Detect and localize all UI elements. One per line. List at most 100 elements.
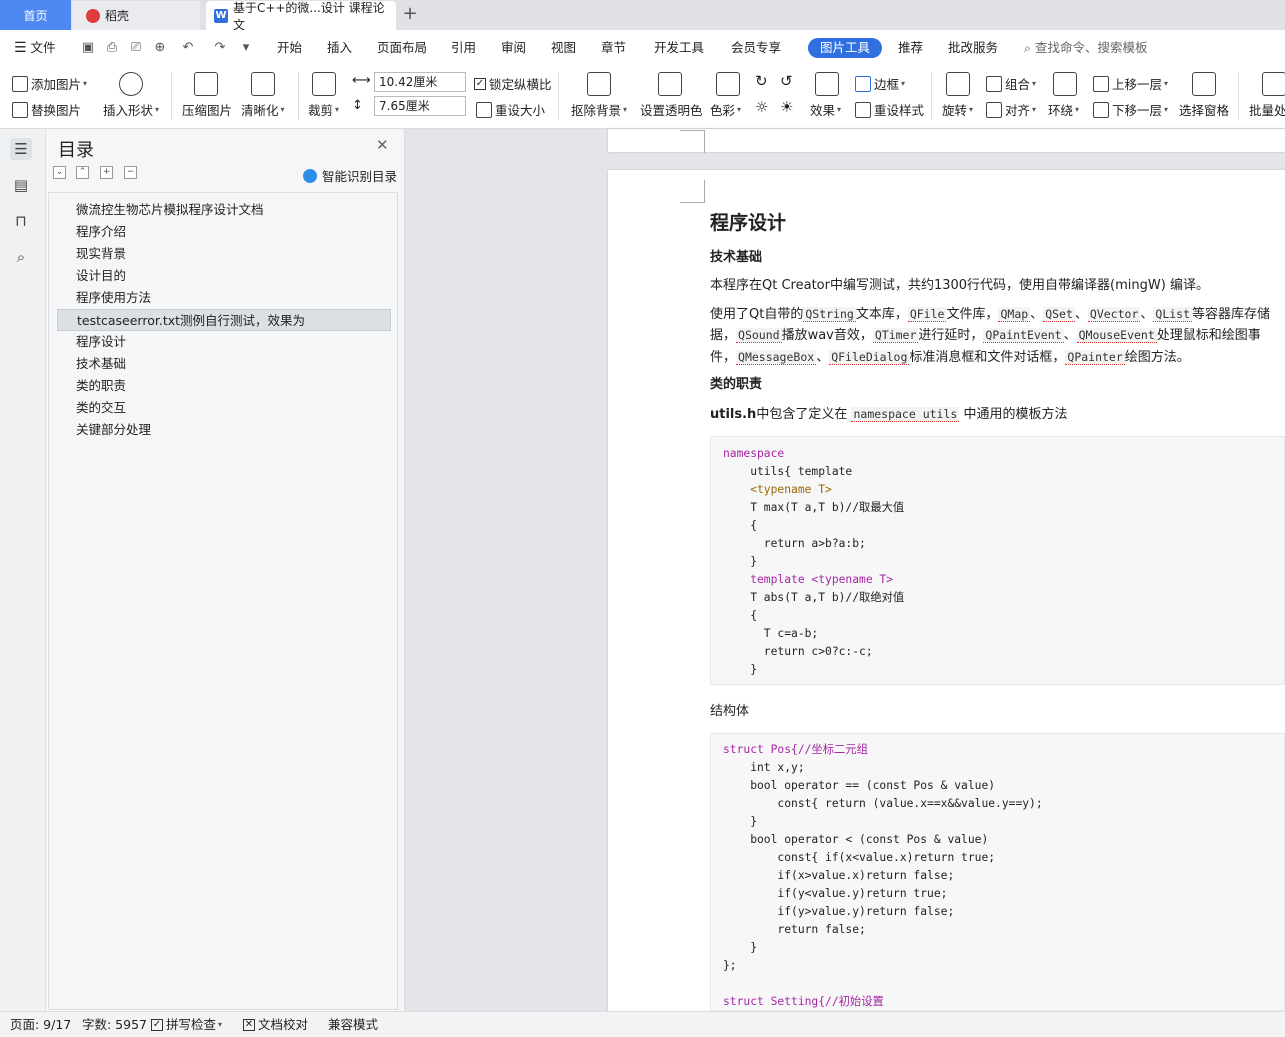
toc-item[interactable]: 程序介绍 <box>57 221 391 243</box>
tab-document[interactable]: W 基于C++的微...设计 课程论文 <box>206 1 396 32</box>
batch-process-icon <box>1262 72 1285 96</box>
group-button[interactable]: 组合 ▾ <box>986 74 1036 93</box>
toc-item[interactable]: 类的交互 <box>57 397 391 419</box>
effect-button[interactable]: 效果 ▾ <box>810 100 841 119</box>
menu-view[interactable]: 视图 <box>551 30 576 66</box>
compat-mode-label: 兼容模式 <box>328 1017 379 1032</box>
menu-member[interactable]: 会员专享 <box>731 30 781 66</box>
menu-grading[interactable]: 批改服务 <box>948 30 998 66</box>
paragraph: 使用了Qt自带的 QString 文本库， QFile 文件库， QMap、 QSet、 QV… <box>710 307 1271 322</box>
reset-size-icon <box>476 101 492 118</box>
color-button[interactable]: 色彩 ▾ <box>710 100 741 119</box>
menu-developer[interactable]: 开发工具 <box>654 30 704 66</box>
menu-page-layout[interactable]: 页面布局 <box>377 30 427 66</box>
tab-daoke[interactable]: 稻壳 <box>72 1 200 30</box>
search-icon[interactable]: ⌕ <box>10 246 32 268</box>
command-search-label: 查找命令、搜索模板 <box>1035 40 1148 55</box>
width-icon: ⟷ <box>352 73 371 88</box>
code-line: const{ return (value.x==x&&value.y==y); <box>723 797 1043 810</box>
menu-insert[interactable]: 插入 <box>327 30 352 66</box>
smart-toc-button[interactable]: 智能识别目录 <box>303 166 397 185</box>
bookmark-icon[interactable]: ⊓ <box>10 210 32 232</box>
remove-background-button[interactable]: 抠除背景 ▾ <box>571 100 627 119</box>
wrap-button[interactable]: 环绕 ▾ <box>1048 100 1079 119</box>
command-search[interactable]: ⌕ 查找命令、搜索模板 <box>1024 30 1148 66</box>
compress-picture-button[interactable]: 压缩图片 <box>182 100 232 119</box>
new-tab-button[interactable]: + <box>400 4 420 24</box>
close-icon[interactable]: ✕ <box>376 136 389 154</box>
code-line: if(y>value.y)return false; <box>723 905 955 918</box>
code-block-structs[interactable]: struct Pos{//坐标二元组 int x,y; bool operato… <box>710 733 1285 1011</box>
document-proofread-button[interactable]: ✕ 文档校对 <box>243 1012 308 1037</box>
sharpen-button[interactable]: 清晰化 ▾ <box>241 100 285 119</box>
save-icon[interactable]: ▣ <box>80 40 96 56</box>
add-picture-button[interactable]: 添加图片 ▾ <box>12 74 87 93</box>
print-preview-icon[interactable]: ⊕ <box>152 40 168 56</box>
paragraph: 本程序在Qt Creator中编写测试，共约1300行代码，使用自带编译器(mi… <box>710 278 1209 293</box>
customize-quick-access-icon[interactable]: ▾ <box>238 40 254 56</box>
toc-item[interactable]: 程序使用方法 <box>57 287 391 309</box>
selection-pane-button[interactable]: 选择窗格 <box>1179 100 1229 119</box>
contrast-up-icon[interactable]: ☼ <box>755 98 768 116</box>
expand-up-icon[interactable]: ⌃ <box>76 166 89 179</box>
collapse-all-icon[interactable]: ⌄ <box>53 166 66 179</box>
send-backward-button[interactable]: 下移一层 ▾ <box>1093 100 1168 119</box>
menu-references[interactable]: 引用 <box>451 30 476 66</box>
replace-picture-button[interactable]: 替换图片 <box>12 100 81 119</box>
file-menu[interactable]: ☰ 文件 <box>14 30 56 66</box>
menu-chapter[interactable]: 章节 <box>601 30 626 66</box>
export-pdf-icon[interactable]: ⎙ <box>104 40 120 56</box>
width-input[interactable]: 10.42厘米 <box>374 72 466 92</box>
border-button[interactable]: 边框 ▾ <box>855 74 905 93</box>
add-heading-icon[interactable]: + <box>100 166 113 179</box>
crop-button[interactable]: 裁剪 ▾ <box>308 100 339 119</box>
heading-class-responsibility: 类的职责 <box>710 377 763 392</box>
reset-style-button[interactable]: 重设样式 <box>855 100 924 119</box>
batch-process-button[interactable]: 批量处 <box>1249 100 1285 119</box>
toc-item[interactable]: 程序设计 <box>57 331 391 353</box>
set-transparent-button[interactable]: 设置透明色 <box>640 100 703 119</box>
menu-review[interactable]: 审阅 <box>501 30 526 66</box>
rotate-icon <box>946 72 970 96</box>
toc-item[interactable]: 技术基础 <box>57 353 391 375</box>
code-line: } <box>723 941 758 954</box>
toc-item[interactable]: 关键部分处理 <box>57 419 391 441</box>
align-button[interactable]: 对齐 ▾ <box>986 100 1036 119</box>
print-icon[interactable]: ⎚ <box>128 40 144 56</box>
reset-size-button[interactable]: 重设大小 <box>476 100 545 119</box>
insert-shape-button[interactable]: 插入形状 ▾ <box>103 100 159 119</box>
code-block-utils[interactable]: namespace utils{ template <typename T> T… <box>710 436 1285 685</box>
toc-item[interactable]: 设计目的 <box>57 265 391 287</box>
spell-check-button[interactable]: ✓ 拼写检查 ▾ <box>151 1012 222 1037</box>
tab-home[interactable]: 首页 <box>0 0 71 30</box>
toc-item-selected[interactable]: testcaseerror.txt测例自行测试，效果为 <box>57 309 391 331</box>
code-line: utils{ template <box>723 465 853 478</box>
lock-ratio-checkbox[interactable]: ✓ 锁定纵横比 <box>474 74 552 93</box>
bring-forward-button[interactable]: 上移一层 ▾ <box>1093 74 1168 93</box>
toc-item[interactable]: 现实背景 <box>57 243 391 265</box>
toc-pane-icon[interactable]: ☰ <box>10 138 32 160</box>
brightness-down-icon[interactable]: ↺ <box>780 72 793 90</box>
page-indicator[interactable]: 页面: 9/17 <box>10 1012 71 1037</box>
smart-toc-label: 智能识别目录 <box>322 169 398 184</box>
code-line: } <box>723 815 758 828</box>
tab-daoke-label: 稻壳 <box>105 9 130 23</box>
remove-heading-icon[interactable]: − <box>124 166 137 179</box>
brightness-up-icon[interactable]: ↻ <box>755 72 768 90</box>
divider <box>171 72 172 120</box>
bring-forward-icon <box>1093 75 1109 92</box>
menu-picture-tools[interactable]: 图片工具 <box>808 38 883 58</box>
contrast-down-icon[interactable]: ☀ <box>780 98 793 116</box>
chapter-nav-icon[interactable]: ▤ <box>10 174 32 196</box>
search-icon: ⌕ <box>1024 40 1032 55</box>
undo-icon[interactable]: ↶ <box>180 40 196 56</box>
height-input[interactable]: 7.65厘米 <box>374 96 466 116</box>
rotate-button[interactable]: 旋转 ▾ <box>942 100 973 119</box>
redo-icon[interactable]: ↷ <box>212 40 228 56</box>
paragraph: utils.h中包含了定义在 namespace utils 中通用的模板方法 <box>710 407 1068 422</box>
toc-item[interactable]: 微流控生物芯片模拟程序设计文档 <box>57 199 391 221</box>
toc-item[interactable]: 类的职责 <box>57 375 391 397</box>
word-count[interactable]: 字数: 5957 <box>82 1012 147 1037</box>
menu-start[interactable]: 开始 <box>277 30 302 66</box>
menu-recommend[interactable]: 推荐 <box>898 30 923 66</box>
